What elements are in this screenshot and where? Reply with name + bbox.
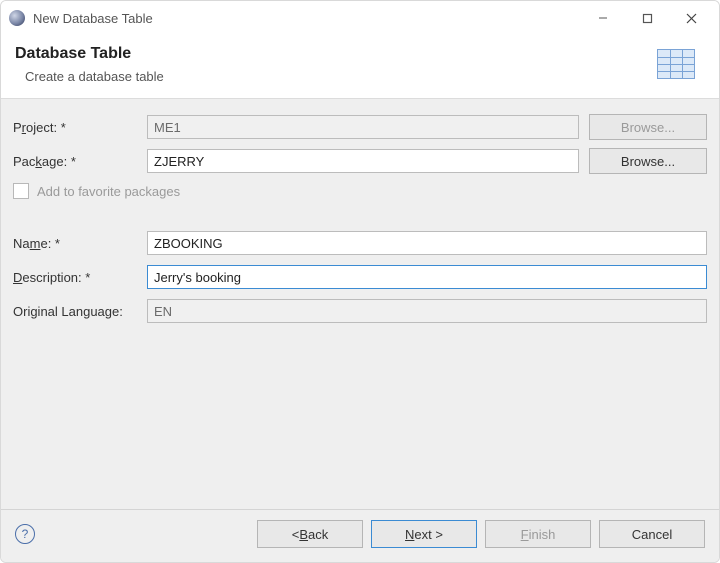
description-label: Description: * bbox=[13, 270, 137, 285]
project-input[interactable] bbox=[147, 115, 579, 139]
project-row: Project: * Browse... bbox=[13, 113, 707, 141]
finish-button[interactable]: Finish bbox=[485, 520, 591, 548]
favorites-checkbox[interactable] bbox=[13, 183, 29, 199]
dialog-window: New Database Table Database Table Create… bbox=[0, 0, 720, 563]
package-input[interactable] bbox=[147, 149, 579, 173]
help-icon[interactable]: ? bbox=[15, 524, 35, 544]
window-controls bbox=[581, 3, 713, 33]
name-label: Name: * bbox=[13, 236, 137, 251]
package-row: Package: * Browse... bbox=[13, 147, 707, 175]
eclipse-icon bbox=[9, 10, 25, 26]
wizard-footer: ? < Back Next > Finish Cancel bbox=[1, 509, 719, 562]
package-label: Package: * bbox=[13, 154, 137, 169]
project-browse-button[interactable]: Browse... bbox=[589, 114, 707, 140]
back-button[interactable]: < Back bbox=[257, 520, 363, 548]
form-area: Project: * Browse... Package: * Browse..… bbox=[1, 99, 719, 509]
window-title: New Database Table bbox=[33, 11, 581, 26]
cancel-button[interactable]: Cancel bbox=[599, 520, 705, 548]
page-title: Database Table bbox=[15, 45, 657, 63]
minimize-button[interactable] bbox=[581, 3, 625, 33]
description-input[interactable] bbox=[147, 265, 707, 289]
project-label: Project: * bbox=[13, 120, 137, 135]
favorites-row: Add to favorite packages bbox=[13, 181, 707, 207]
next-button[interactable]: Next > bbox=[371, 520, 477, 548]
original-language-input[interactable] bbox=[147, 299, 707, 323]
favorites-label: Add to favorite packages bbox=[37, 184, 180, 199]
maximize-button[interactable] bbox=[625, 3, 669, 33]
package-browse-button[interactable]: Browse... bbox=[589, 148, 707, 174]
original-language-row: Original Language: bbox=[13, 297, 707, 325]
description-row: Description: * bbox=[13, 263, 707, 291]
table-icon bbox=[657, 49, 699, 83]
name-input[interactable] bbox=[147, 231, 707, 255]
wizard-header: Database Table Create a database table bbox=[1, 35, 719, 99]
name-row: Name: * bbox=[13, 229, 707, 257]
original-language-label: Original Language: bbox=[13, 304, 137, 319]
close-button[interactable] bbox=[669, 3, 713, 33]
title-bar: New Database Table bbox=[1, 1, 719, 35]
page-subtitle: Create a database table bbox=[25, 69, 657, 84]
